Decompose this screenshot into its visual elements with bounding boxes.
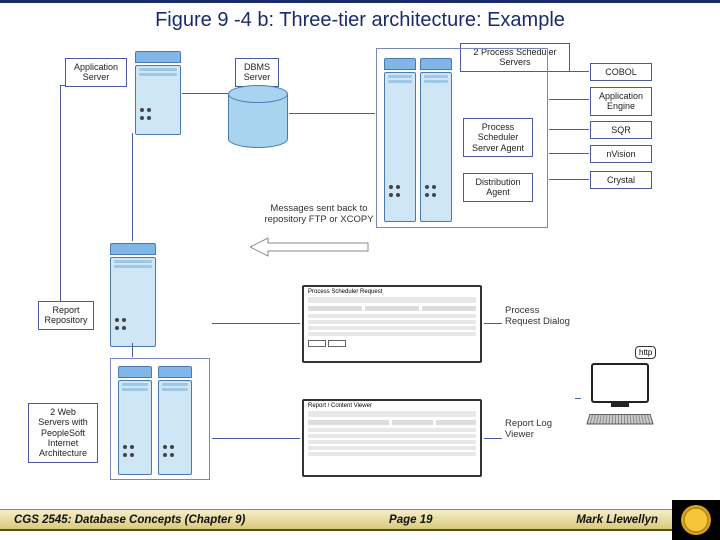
slide-footer: CGS 2545: Database Concepts (Chapter 9) … (0, 500, 720, 540)
label-report-repository: ReportRepository (38, 301, 94, 330)
label-nvision: nVision (590, 145, 652, 163)
architecture-diagram: ApplicationServer DBMSServer 2 Process S… (0, 43, 720, 493)
badge-http: http (635, 346, 656, 359)
label-proc-sched-agent: ProcessSchedulerServer Agent (463, 118, 533, 157)
connector-line (182, 93, 228, 94)
server-icon-sched-1 (384, 58, 416, 222)
dialog-process-request: Process Scheduler Request (302, 285, 482, 363)
label-cobol: COBOL (590, 63, 652, 81)
server-icon-report-repo (110, 243, 156, 347)
label-application-server: ApplicationServer (65, 58, 127, 87)
label-message-ftp: Messages sent back torepository FTP or X… (244, 203, 394, 225)
label-web-servers: 2 WebServers withPeopleSoftInternetArchi… (28, 403, 98, 463)
server-icon-web-2 (158, 366, 192, 475)
connector-line (132, 343, 133, 357)
label-app-engine: ApplicationEngine (590, 87, 652, 116)
label-dbms-server: DBMSServer (235, 58, 279, 87)
footer-course: CGS 2545: Database Concepts (Chapter 9) (14, 514, 245, 526)
connector-line (60, 85, 61, 301)
slide: Figure 9 -4 b: Three-tier architecture: … (0, 0, 720, 540)
label-process-request-dialog: ProcessRequest Dialog (505, 305, 583, 327)
label-report-log-viewer: Report LogViewer (505, 418, 575, 440)
footer-bar: CGS 2545: Database Concepts (Chapter 9) … (0, 509, 672, 531)
connector-line (549, 99, 589, 100)
computer-icon (580, 363, 660, 433)
footer-page: Page 19 (389, 514, 432, 526)
database-icon (228, 85, 288, 155)
connector-line (484, 438, 502, 439)
connector-line (549, 129, 589, 130)
arrow-left-icon (250, 236, 350, 254)
connector-line (549, 179, 589, 180)
connector-line (132, 133, 133, 241)
connector-line (484, 323, 502, 324)
dialog-report-log: Report / Content Viewer (302, 399, 482, 477)
connector-line (575, 398, 581, 399)
footer-author: Mark Llewellyn (576, 514, 658, 526)
server-icon-web-1 (118, 366, 152, 475)
connector-line (549, 153, 589, 154)
server-icon-application (135, 51, 181, 135)
logo-icon (672, 500, 720, 540)
dialog-title: Process Scheduler Request (304, 287, 480, 295)
dialog-title: Report / Content Viewer (304, 401, 480, 409)
label-sqr: SQR (590, 121, 652, 139)
connector-line (289, 113, 375, 114)
label-crystal: Crystal (590, 171, 652, 189)
label-distribution-agent: DistributionAgent (463, 173, 533, 202)
figure-title: Figure 9 -4 b: Three-tier architecture: … (0, 3, 720, 36)
connector-line (60, 85, 66, 86)
connector-line (212, 438, 300, 439)
connector-line (549, 71, 589, 72)
server-icon-sched-2 (420, 58, 452, 222)
connector-line (212, 323, 300, 324)
